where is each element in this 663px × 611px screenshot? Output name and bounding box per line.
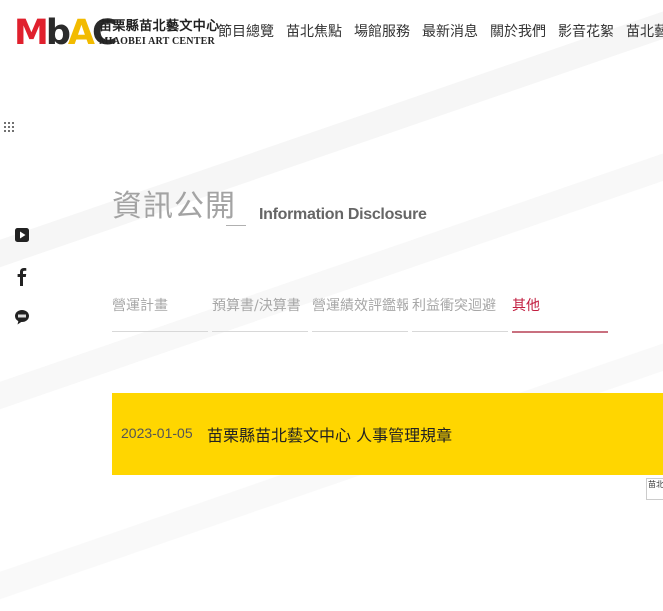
nav-item-focus[interactable]: 苗北焦點 xyxy=(286,22,342,42)
corner-widget[interactable]: 苗北 xyxy=(646,478,663,500)
category-tabs: 營運計畫 預算書/決算書 營運績效評鑑報告 利益衝突迴避 其他 xyxy=(112,293,612,333)
logo-name-zh: 苗栗縣苗北藝文中心 xyxy=(99,19,220,34)
nav-item-media[interactable]: 影音花絮 xyxy=(558,22,614,42)
nav-item-programs[interactable]: 節目總覽 xyxy=(218,22,274,42)
page-subtitle: Information Disclosure xyxy=(259,206,427,223)
tab-operation-plan[interactable]: 營運計畫 xyxy=(112,293,208,332)
nav-item-about[interactable]: 關於我們 xyxy=(490,22,546,42)
grid-dots-icon[interactable] xyxy=(4,122,14,132)
nav-item-news[interactable]: 最新消息 xyxy=(422,22,478,42)
social-links xyxy=(12,224,32,328)
tab-performance-report[interactable]: 營運績效評鑑報告 xyxy=(312,293,408,332)
tab-other[interactable]: 其他 xyxy=(512,293,608,333)
list-item[interactable]: 2023-01-05 苗栗縣苗北藝文中心 人事管理規章 xyxy=(112,393,663,475)
youtube-icon[interactable] xyxy=(13,224,31,246)
logo-letter: b xyxy=(45,13,71,53)
facebook-icon[interactable] xyxy=(13,265,31,287)
record-date: 2023-01-05 xyxy=(121,425,193,441)
logo-letter: M xyxy=(14,13,49,53)
nav-item-friends[interactable]: 苗北藝友 xyxy=(626,22,663,42)
main-nav: 節目總覽 苗北焦點 場館服務 最新消息 關於我們 影音花絮 苗北藝友 xyxy=(218,22,663,42)
page-title: 資訊公開 xyxy=(112,189,236,224)
site-header: MbAC 苗栗縣苗北藝文中心 MIAOBEI ART CENTER 節目總覽 苗… xyxy=(0,0,663,70)
nav-item-venue-services[interactable]: 場館服務 xyxy=(354,22,410,42)
tab-conflict-of-interest[interactable]: 利益衝突迴避 xyxy=(412,293,508,332)
logo-letter: A xyxy=(67,13,95,53)
line-icon[interactable] xyxy=(13,306,31,328)
logo-name-en: MIAOBEI ART CENTER xyxy=(99,36,215,47)
title-divider xyxy=(226,225,246,226)
record-title[interactable]: 苗栗縣苗北藝文中心 人事管理規章 xyxy=(207,422,452,446)
tab-budget[interactable]: 預算書/決算書 xyxy=(212,293,308,332)
